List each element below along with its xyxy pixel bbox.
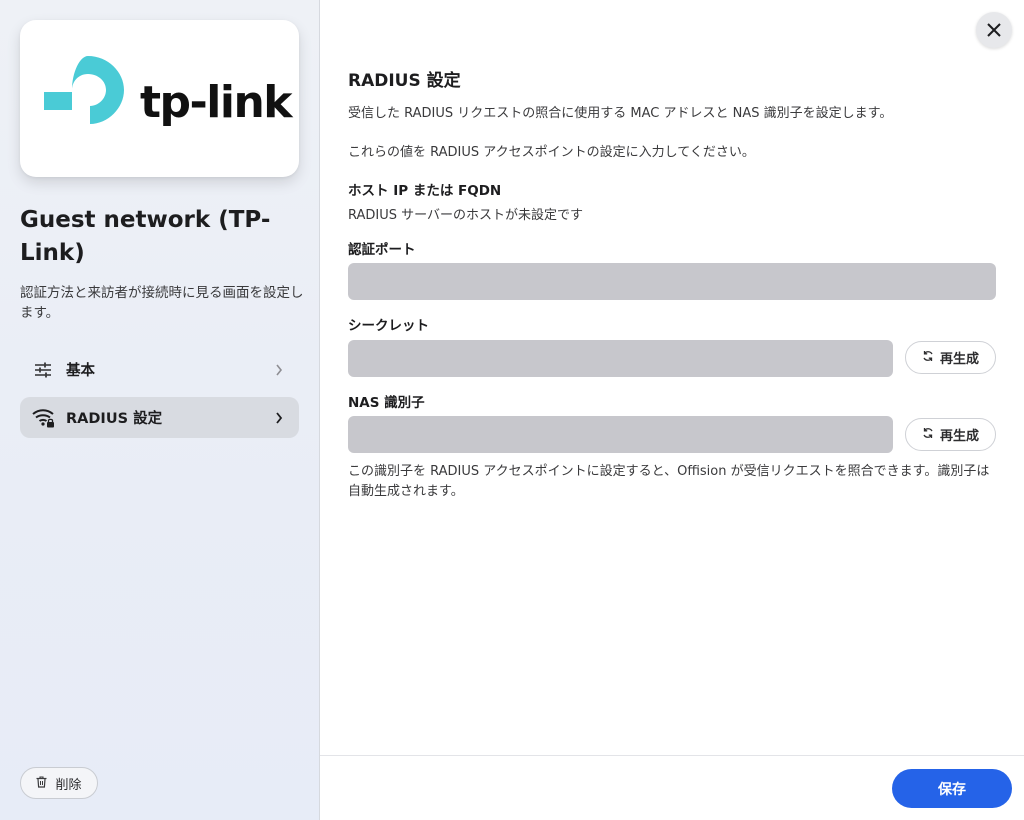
delete-label: 削除 (55, 776, 82, 792)
settings-dialog: tp-link Guest network (TP-Link) 認証方法と来訪者… (0, 0, 1024, 820)
host-label: ホスト IP または FQDN (348, 183, 502, 199)
main-panel: RADIUS 設定 受信した RADIUS リクエストの照合に使用する MAC … (320, 0, 1024, 820)
nas-id-field[interactable] (348, 416, 893, 453)
chevron-right-icon (269, 364, 289, 376)
host-value: RADIUS サーバーのホストが未設定です (348, 208, 584, 223)
network-title: Guest network (TP-Link) (20, 207, 271, 266)
sidebar-item-label: 基本 (66, 363, 95, 379)
nas-id-label: NAS 識別子 (348, 395, 425, 411)
auth-port-field[interactable] (348, 263, 996, 300)
page-title: RADIUS 設定 (348, 71, 461, 91)
trash-icon (36, 775, 47, 791)
secret-field[interactable] (348, 340, 893, 377)
intro-text: 受信した RADIUS リクエストの照合に使用する MAC アドレスと NAS … (348, 106, 893, 121)
auth-port-label: 認証ポート (348, 242, 416, 258)
sidebar: tp-link Guest network (TP-Link) 認証方法と来訪者… (0, 0, 320, 820)
tp-link-logo-mark (44, 56, 124, 142)
dialog-footer: 保存 (320, 755, 1024, 820)
regenerate-label: 再生成 (939, 428, 979, 443)
delete-button[interactable]: 削除 (20, 767, 98, 799)
refresh-icon (922, 350, 934, 365)
secret-label: シークレット (348, 318, 429, 334)
regenerate-secret-button[interactable]: 再生成 (905, 341, 996, 374)
refresh-icon (922, 427, 934, 442)
wifi-lock-icon (31, 406, 55, 430)
network-description: 認証方法と来訪者が接続時に見る画面を設定します。 (20, 285, 304, 321)
regenerate-nas-id-button[interactable]: 再生成 (905, 418, 996, 451)
save-button[interactable]: 保存 (892, 769, 1012, 808)
sidebar-item-basic[interactable]: 基本 (20, 349, 299, 390)
regenerate-label: 再生成 (939, 351, 979, 366)
intro-text-2: これらの値を RADIUS アクセスポイントの設定に入力してください。 (348, 145, 755, 160)
chevron-right-icon (269, 411, 289, 424)
brand-logo-card: tp-link (20, 20, 299, 177)
sliders-icon (31, 358, 55, 382)
nas-id-help-text: この識別子を RADIUS アクセスポイントに設定すると、Offision が受… (348, 464, 990, 499)
sidebar-item-radius[interactable]: RADIUS 設定 (20, 397, 299, 438)
sidebar-item-label: RADIUS 設定 (66, 411, 163, 427)
close-button[interactable] (976, 12, 1012, 48)
close-icon (987, 23, 1001, 37)
tp-link-wordmark: tp-link (140, 77, 293, 128)
